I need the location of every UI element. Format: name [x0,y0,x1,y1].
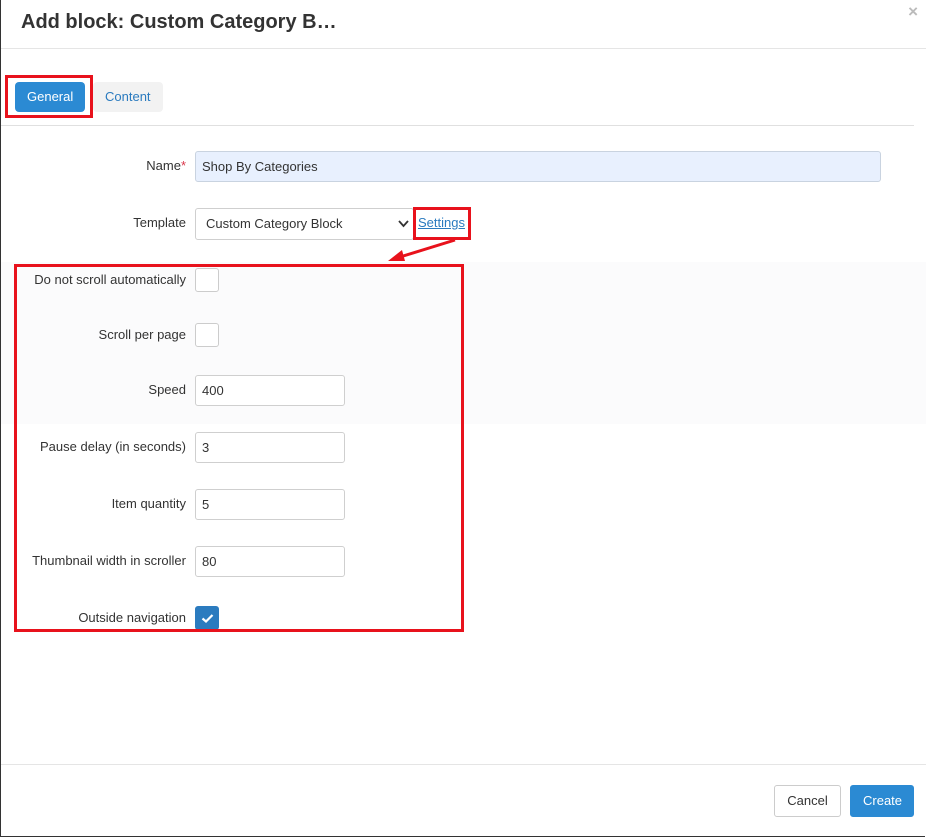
dialog-title: Add block: Custom Category B… [21,11,337,33]
dialog-footer: Cancel Create [1,764,926,838]
settings-link[interactable]: Settings [418,215,465,230]
pause-delay-input[interactable] [195,432,345,463]
annotation-arrow [388,238,456,261]
name-label-text: Name [146,158,181,173]
outside-navigation-label: Outside navigation [78,610,186,625]
name-field[interactable] [195,151,881,182]
dialog-header: Add block: Custom Category B… × [1,0,926,49]
scroll-per-page-label: Scroll per page [98,327,186,342]
pause-delay-label: Pause delay (in seconds) [40,439,186,454]
do-not-scroll-label: Do not scroll automatically [34,272,186,287]
template-label: Template [133,215,186,230]
add-block-dialog: Add block: Custom Category B… × General … [0,0,926,838]
required-mark: * [180,158,186,173]
template-select-value: Custom Category Block [206,216,343,231]
do-not-scroll-checkbox[interactable] [195,268,219,292]
tab-bar: General Content [1,49,914,126]
thumbnail-width-input[interactable] [195,546,345,577]
cancel-button[interactable]: Cancel [774,785,841,817]
speed-input[interactable] [195,375,345,406]
speed-label: Speed [148,382,186,397]
item-quantity-input[interactable] [195,489,345,520]
outside-navigation-checkbox[interactable] [195,606,219,630]
item-quantity-label: Item quantity [111,496,186,511]
scroll-per-page-checkbox[interactable] [195,323,219,347]
name-label: Name* [146,158,186,173]
create-button[interactable]: Create [850,785,914,817]
tab-content[interactable]: Content [93,82,163,112]
tab-general[interactable]: General [15,82,86,112]
checkmark-icon [201,614,214,623]
thumbnail-width-label: Thumbnail width in scroller [32,553,186,568]
close-icon[interactable]: × [908,2,918,22]
